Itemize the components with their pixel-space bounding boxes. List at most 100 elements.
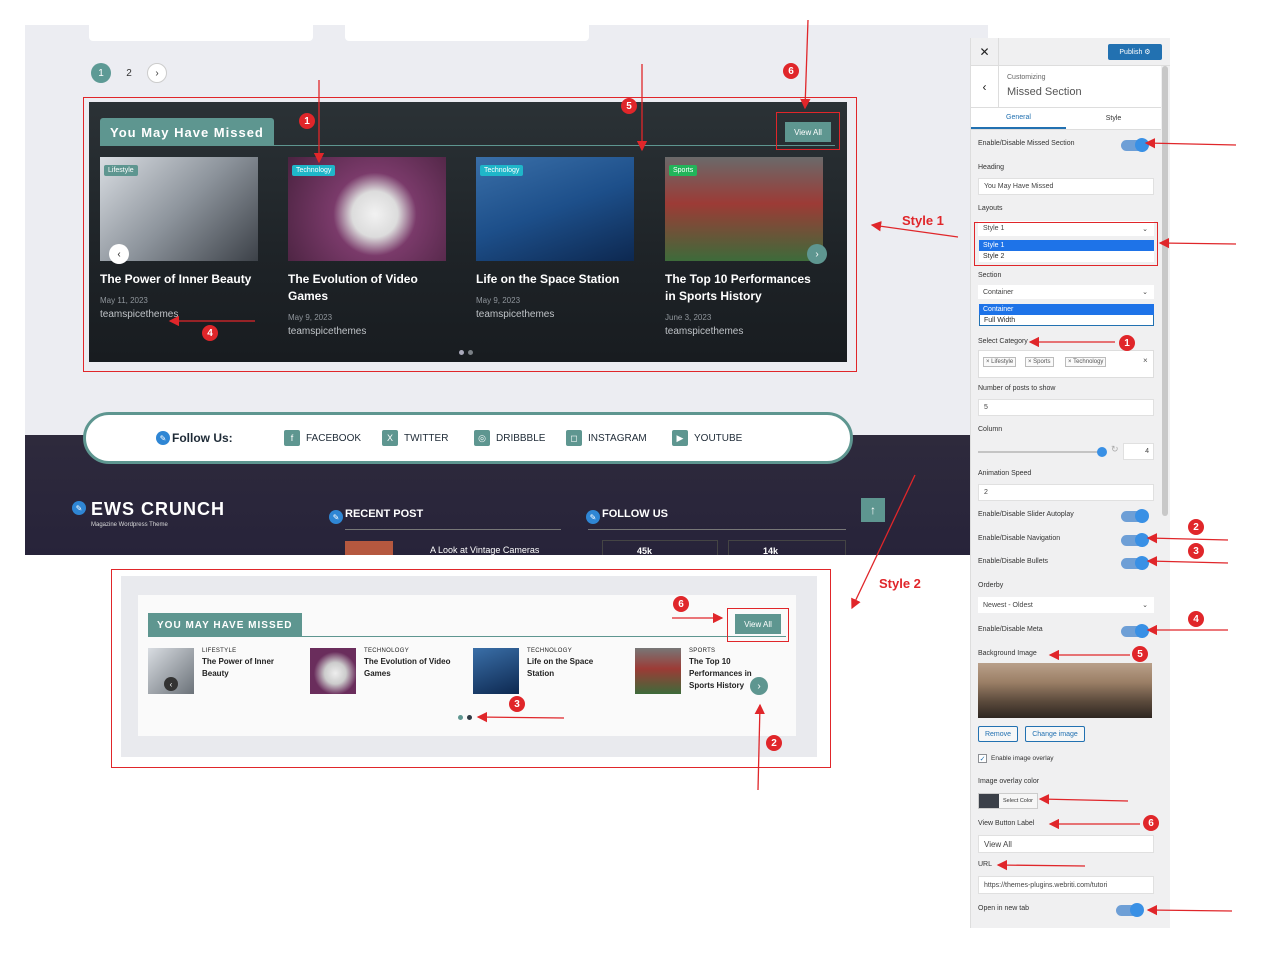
navigation-toggle[interactable] <box>1121 533 1149 547</box>
social-counter[interactable]: 45k <box>602 540 718 555</box>
recent-post-thumbnail[interactable] <box>345 541 393 555</box>
bullet[interactable] <box>458 715 463 720</box>
column-slider-track[interactable] <box>978 451 1102 453</box>
style1-annotation: Style 1 <box>902 213 944 228</box>
style2-annotation: Style 2 <box>879 576 921 591</box>
logo-text: EWS CRUNCH <box>91 499 225 519</box>
annotation-badge: 3 <box>1188 543 1204 559</box>
navigation-label: Enable/Disable Navigation <box>978 535 1061 542</box>
category-multiselect[interactable]: × Lifestyle × Sports × Technology × <box>978 350 1154 378</box>
youtube-link[interactable]: ▶ YOUTUBE <box>672 430 742 446</box>
dribbble-link[interactable]: ◎ DRIBBBLE <box>474 430 545 446</box>
toggle-knob <box>1135 624 1149 638</box>
section-option[interactable]: Container <box>979 304 1154 315</box>
category-tag[interactable]: × Technology <box>1065 357 1107 367</box>
toggle-knob <box>1135 556 1149 570</box>
chevron-down-icon: ⌄ <box>1142 289 1148 296</box>
meta-toggle[interactable] <box>1121 624 1149 638</box>
clear-icon[interactable]: × <box>1143 356 1148 365</box>
enable-missed-label: Enable/Disable Missed Section <box>978 140 1075 147</box>
twitter-link[interactable]: X TWITTER <box>382 430 448 446</box>
post-category[interactable]: SPORTS <box>689 648 779 654</box>
recent-post-title[interactable]: A Look at Vintage Cameras <box>430 545 539 555</box>
annotation-badge: 5 <box>621 98 637 114</box>
post-title[interactable]: The Evolution of Video Games <box>364 656 454 680</box>
annotation-badge: 4 <box>202 325 218 341</box>
url-label: URL <box>978 861 993 868</box>
post-card[interactable]: TECHNOLOGY The Evolution of Video Games <box>310 648 454 694</box>
next-page-button[interactable]: › <box>147 63 167 83</box>
column-label: Column <box>978 426 1003 433</box>
recent-post-heading: RECENT POST <box>345 508 424 520</box>
section-option[interactable]: Full Width <box>979 315 1154 326</box>
panel-tabs: General Style <box>971 108 1161 130</box>
section-label: Section <box>978 272 1002 279</box>
post-card[interactable]: TECHNOLOGY Life on the Space Station <box>473 648 617 694</box>
pencil-icon[interactable]: ✎ <box>329 510 343 524</box>
next-slide-button[interactable]: › <box>750 677 768 695</box>
prev-slide-button[interactable]: ‹ <box>164 677 178 691</box>
back-arrow-icon[interactable]: ‹ <box>971 66 999 108</box>
follow-us-label: Follow Us: <box>172 431 233 445</box>
tab-style[interactable]: Style <box>1066 108 1161 129</box>
column-input[interactable]: 4 <box>1123 443 1154 460</box>
social-label: YOUTUBE <box>694 432 743 444</box>
remove-image-button[interactable]: Remove <box>978 726 1018 742</box>
instagram-link[interactable]: ◻ INSTAGRAM <box>566 430 647 446</box>
post-title[interactable]: The Power of Inner Beauty <box>202 656 292 680</box>
social-label: INSTAGRAM <box>588 432 647 444</box>
publish-button[interactable]: Publish ⚙ <box>1108 44 1162 60</box>
heading-divider <box>588 529 846 530</box>
reset-icon[interactable]: ↻ <box>1111 444 1119 455</box>
overlay-checkbox[interactable]: ✓ <box>978 754 987 763</box>
post-thumbnail[interactable] <box>310 648 356 694</box>
column-slider-handle[interactable] <box>1097 447 1107 457</box>
overlay-color-picker[interactable]: Select Color <box>978 793 1038 809</box>
section-select[interactable]: Container ⌄ <box>978 285 1154 299</box>
category-label: Select Category <box>978 338 1028 345</box>
autoplay-toggle[interactable] <box>1121 509 1149 523</box>
num-posts-input[interactable]: 5 <box>978 399 1154 416</box>
layouts-label: Layouts <box>978 205 1003 212</box>
post-category[interactable]: TECHNOLOGY <box>364 648 454 654</box>
annotation-badge: 2 <box>1188 519 1204 535</box>
panel-scrollbar[interactable] <box>1162 66 1168 516</box>
close-icon[interactable]: ✕ <box>971 38 999 66</box>
post-title[interactable]: Life on the Space Station <box>527 656 617 680</box>
overlay-checkbox-label: Enable image overlay <box>991 755 1054 762</box>
new-tab-toggle[interactable] <box>1116 903 1144 917</box>
post-thumbnail[interactable] <box>635 648 681 694</box>
pagination: 1 2 › <box>91 63 167 83</box>
post-thumbnail[interactable] <box>473 648 519 694</box>
site-logo[interactable]: EWS CRUNCH Magazine Wordpress Theme <box>91 499 225 528</box>
url-input[interactable]: https://themes-plugins.webriti.com/tutor… <box>978 876 1154 894</box>
social-counter[interactable]: 14k <box>728 540 846 555</box>
anim-speed-label: Animation Speed <box>978 470 1032 477</box>
page-2-button[interactable]: 2 <box>119 63 139 83</box>
pencil-icon[interactable]: ✎ <box>72 501 86 515</box>
bullets-toggle[interactable] <box>1121 556 1149 570</box>
view-btn-input[interactable]: View All <box>978 835 1154 853</box>
post-category[interactable]: TECHNOLOGY <box>527 648 617 654</box>
pencil-icon[interactable]: ✎ <box>586 510 600 524</box>
scroll-top-icon[interactable]: ↑ <box>861 498 885 522</box>
bullet[interactable] <box>467 715 472 720</box>
heading-input[interactable]: You May Have Missed <box>978 178 1154 195</box>
toggle-knob <box>1135 533 1149 547</box>
page-1-button[interactable]: 1 <box>91 63 111 83</box>
post-category[interactable]: LIFESTYLE <box>202 648 292 654</box>
customizer-header: ✕ Publish ⚙ <box>971 38 1170 66</box>
category-tag[interactable]: × Lifestyle <box>983 357 1017 367</box>
follow-us-heading: FOLLOW US <box>602 508 668 520</box>
category-tag[interactable]: × Sports <box>1025 357 1054 367</box>
change-image-button[interactable]: Change image <box>1025 726 1085 742</box>
tab-general[interactable]: General <box>971 108 1066 129</box>
pencil-icon[interactable]: ✎ <box>156 431 170 445</box>
heading-divider <box>345 529 561 530</box>
bg-image-preview[interactable] <box>978 663 1152 718</box>
overlay-color-label: Image overlay color <box>978 778 1040 785</box>
enable-missed-toggle[interactable] <box>1121 138 1149 152</box>
anim-speed-input[interactable]: 2 <box>978 484 1154 501</box>
facebook-link[interactable]: f FACEBOOK <box>284 430 361 446</box>
orderby-select[interactable]: Newest - Oldest ⌄ <box>978 597 1154 613</box>
